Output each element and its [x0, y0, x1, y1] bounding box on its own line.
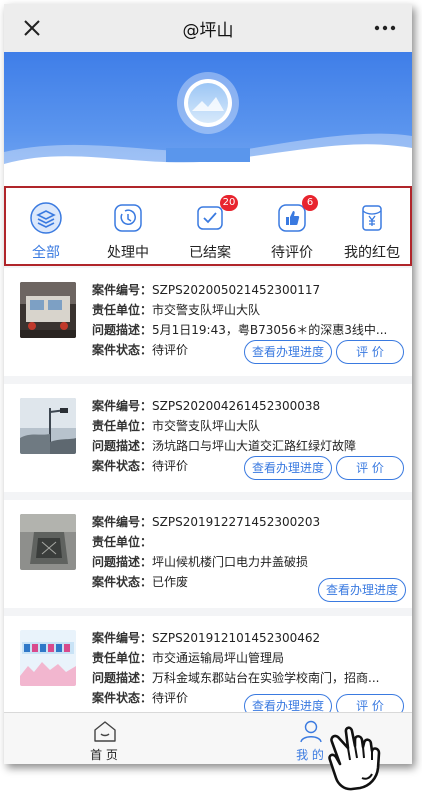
avatar[interactable] [184, 79, 232, 127]
status-row: 案件状态：待评价 [92, 458, 188, 474]
status-label: 案件状态： [92, 459, 153, 473]
unit-label: 责任单位： [92, 651, 153, 665]
desc-value: 万科金域东郡站台在实验学校南门，招商... [152, 671, 380, 685]
case-card[interactable]: 案件编号：SZPS202005021452300117 责任单位：市交警支队坪山… [4, 268, 412, 376]
case-number-label: 案件编号： [92, 399, 153, 413]
view-progress-button[interactable]: 查看办理进度 [244, 340, 332, 364]
unit-value: 市交通运输局坪山管理局 [152, 651, 285, 665]
case-number-row: 案件编号：SZPS201912271452300203 [92, 514, 320, 530]
view-progress-button[interactable]: 查看办理进度 [244, 694, 332, 712]
desc-label: 问题描述： [92, 555, 153, 569]
to-rate-count-badge: 6 [302, 195, 318, 211]
home-icon [94, 721, 116, 742]
case-number-label: 案件编号： [92, 631, 153, 645]
layers-icon [30, 202, 62, 234]
more-icon[interactable] [372, 18, 398, 38]
nav-to-rate-label: 待评价 [271, 245, 313, 261]
profile-banner [4, 52, 412, 186]
desc-row: 问题描述：万科金域东郡站台在实验学校南门，招商... [92, 670, 379, 686]
status-value: 待评价 [152, 343, 189, 357]
username-chip [166, 148, 250, 162]
desc-value: 坪山候机楼门口电力井盖破损 [152, 555, 309, 569]
case-number-label: 案件编号： [92, 515, 153, 529]
red-packet-icon [362, 205, 382, 231]
case-number-row: 案件编号：SZPS202004261452300038 [92, 398, 320, 414]
unit-row: 责任单位：市交警支队坪山大队 [92, 418, 260, 434]
case-number: SZPS202004261452300038 [152, 399, 321, 413]
desc-row: 问题描述：5月1日19:43，粤B73056＊的深惠3线中... [92, 322, 387, 338]
desc-row: 问题描述：汤坑路口与坪山大道交汇路红绿灯故障 [92, 438, 356, 454]
nav-closed-label: 已结案 [189, 245, 231, 261]
case-number: SZPS201912101452300462 [152, 631, 321, 645]
rate-button[interactable]: 评 价 [336, 340, 404, 364]
nav-red-packet-label: 我的红包 [344, 245, 400, 261]
clock-icon [114, 204, 142, 232]
case-number-label: 案件编号： [92, 283, 153, 297]
case-photo [20, 398, 76, 454]
nav-to-rate[interactable]: 6 待评价 [258, 194, 326, 264]
status-value: 已作废 [152, 575, 189, 589]
case-number: SZPS201912271452300203 [152, 515, 321, 529]
status-row: 案件状态：待评价 [92, 342, 188, 358]
view-progress-button[interactable]: 查看办理进度 [244, 456, 332, 480]
status-label: 案件状态： [92, 691, 153, 705]
rate-button[interactable]: 评 价 [336, 694, 404, 712]
desc-value: 5月1日19:43，粤B73056＊的深惠3线中... [152, 323, 388, 337]
unit-value: 市交警支队坪山大队 [152, 303, 261, 317]
tab-home-label: 首 页 [90, 748, 118, 762]
nav-all-label: 全部 [32, 245, 60, 261]
case-photo [20, 630, 76, 686]
status-label: 案件状态： [92, 575, 153, 589]
case-number: SZPS202005021452300117 [152, 283, 321, 297]
unit-row: 责任单位：市交通运输局坪山管理局 [92, 650, 284, 666]
case-photo [20, 282, 76, 338]
status-label: 案件状态： [92, 343, 153, 357]
view-progress-button[interactable]: 查看办理进度 [318, 578, 406, 602]
desc-value: 汤坑路口与坪山大道交汇路红绿灯故障 [152, 439, 357, 453]
case-photo [20, 514, 76, 570]
status-row: 案件状态：待评价 [92, 690, 188, 706]
unit-label: 责任单位： [92, 419, 153, 433]
case-card[interactable]: 案件编号：SZPS202004261452300038 责任单位：市交警支队坪山… [4, 384, 412, 492]
desc-label: 问题描述： [92, 439, 153, 453]
page-title: @坪山 [182, 21, 234, 41]
nav-closed[interactable]: 20 已结案 [176, 194, 244, 264]
status-value: 待评价 [152, 459, 189, 473]
case-number-row: 案件编号：SZPS201912101452300462 [92, 630, 320, 646]
case-number-row: 案件编号：SZPS202005021452300117 [92, 282, 320, 298]
desc-row: 问题描述：坪山候机楼门口电力井盖破损 [92, 554, 308, 570]
desc-label: 问题描述： [92, 671, 153, 685]
pointing-hand-icon [328, 726, 381, 791]
status-value: 待评价 [152, 691, 189, 705]
rate-button[interactable]: 评 价 [336, 456, 404, 480]
case-card[interactable]: 案件编号：SZPS201912101452300462 责任单位：市交通运输局坪… [4, 616, 412, 712]
nav-processing-label: 处理中 [107, 245, 149, 261]
avatar-image [188, 83, 228, 123]
nav-red-packet[interactable]: 我的红包 [338, 194, 406, 264]
tab-home[interactable]: 首 页 [54, 713, 154, 764]
status-filter-nav: 全部 处理中 20 已结案 6 待评价 我的红包 [4, 186, 412, 266]
unit-row: 责任单位：市交警支队坪山大队 [92, 302, 260, 318]
closed-count-badge: 20 [220, 195, 238, 211]
nav-all[interactable]: 全部 [12, 194, 80, 264]
desc-label: 问题描述： [92, 323, 153, 337]
case-card[interactable]: 案件编号：SZPS201912271452300203 责任单位： 问题描述：坪… [4, 500, 412, 608]
unit-label: 责任单位： [92, 535, 153, 549]
status-row: 案件状态：已作废 [92, 574, 188, 590]
title-bar: @坪山 [4, 4, 412, 52]
unit-value: 市交警支队坪山大队 [152, 419, 261, 433]
mountain-icon [192, 97, 224, 111]
phone-screen: @坪山 全部 处理中 20 已结案 6 待评价 我的红包 案件编号：SZPS20… [4, 4, 412, 764]
nav-processing[interactable]: 处理中 [94, 194, 162, 264]
unit-row: 责任单位： [92, 534, 152, 550]
unit-label: 责任单位： [92, 303, 153, 317]
